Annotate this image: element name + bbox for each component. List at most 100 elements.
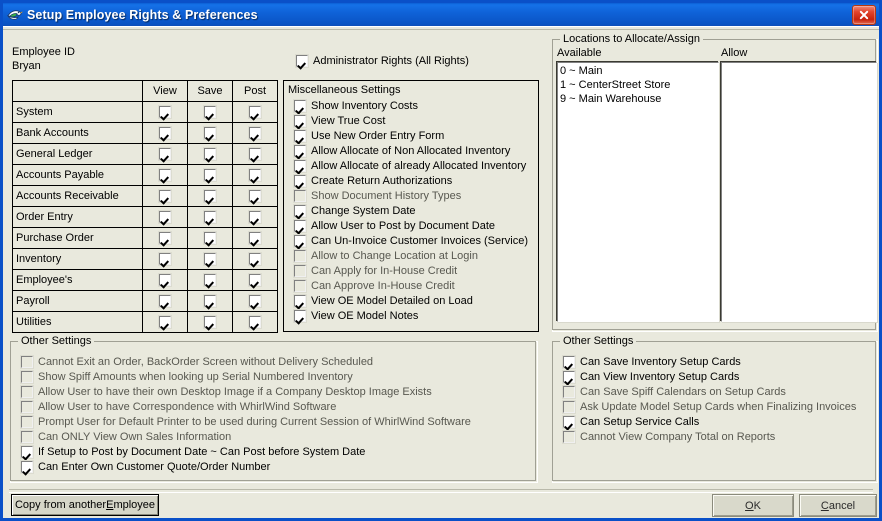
checkbox-icon[interactable] [204, 147, 216, 160]
checkbox-icon[interactable] [21, 461, 33, 473]
other-left-item-own-quote-order-number[interactable]: Can Enter Own Customer Quote/Order Numbe… [21, 461, 270, 474]
checkbox-icon[interactable] [21, 356, 33, 368]
checkbox-icon[interactable] [204, 315, 216, 328]
cell-post[interactable] [232, 311, 278, 333]
checkbox-icon[interactable] [294, 205, 306, 217]
cell-view[interactable] [142, 227, 188, 249]
checkbox-icon[interactable] [563, 356, 575, 368]
checkbox-icon[interactable] [204, 168, 216, 181]
checkbox-icon[interactable] [204, 126, 216, 139]
cell-save[interactable] [187, 206, 233, 228]
misc-item-view-oe-model-detailed-on-load[interactable]: View OE Model Detailed on Load [294, 295, 473, 308]
checkbox-icon[interactable] [159, 126, 171, 139]
checkbox-icon[interactable] [159, 189, 171, 202]
checkbox-icon[interactable] [249, 210, 261, 223]
close-icon[interactable] [852, 4, 876, 25]
checkbox-icon[interactable] [21, 386, 33, 398]
checkbox-icon[interactable] [159, 168, 171, 181]
copy-from-another-employee-button[interactable]: Copy from another Employee [11, 494, 159, 516]
cell-save[interactable] [187, 101, 233, 123]
checkbox-icon[interactable] [294, 310, 306, 322]
checkbox-icon[interactable] [249, 231, 261, 244]
misc-item-can-un-invoice-customer-invoices[interactable]: Can Un-Invoice Customer Invoices (Servic… [294, 235, 528, 248]
list-item[interactable]: 0 ~ Main [560, 64, 718, 78]
checkbox-icon[interactable] [204, 252, 216, 265]
misc-item-show-document-history-types[interactable]: Show Document History Types [294, 190, 461, 203]
other-left-item-show-spiff-amounts[interactable]: Show Spiff Amounts when looking up Seria… [21, 371, 353, 384]
cell-view[interactable] [142, 269, 188, 291]
misc-item-can-apply-in-house-credit[interactable]: Can Apply for In-House Credit [294, 265, 457, 278]
checkbox-icon[interactable] [294, 220, 306, 232]
checkbox-icon[interactable] [294, 145, 306, 157]
checkbox-icon[interactable] [294, 235, 306, 247]
checkbox-icon[interactable] [294, 280, 306, 292]
checkbox-icon[interactable] [159, 147, 171, 160]
cell-save[interactable] [187, 143, 233, 165]
checkbox-icon[interactable] [249, 273, 261, 286]
checkbox-icon[interactable] [21, 446, 33, 458]
checkbox-icon[interactable] [159, 252, 171, 265]
misc-item-allow-change-location-at-login[interactable]: Allow to Change Location at Login [294, 250, 478, 263]
available-locations-listbox[interactable]: 0 ~ Main 1 ~ CenterStreet Store 9 ~ Main… [557, 62, 719, 322]
cell-save[interactable] [187, 185, 233, 207]
checkbox-icon[interactable] [159, 105, 171, 118]
cell-post[interactable] [232, 248, 278, 270]
other-left-item-post-before-system-date[interactable]: If Setup to Post by Document Date ~ Can … [21, 446, 365, 459]
checkbox-icon[interactable] [294, 190, 306, 202]
misc-item-can-approve-in-house-credit[interactable]: Can Approve In-House Credit [294, 280, 455, 293]
checkbox-icon[interactable] [159, 315, 171, 328]
cell-save[interactable] [187, 227, 233, 249]
misc-item-create-return-authorizations[interactable]: Create Return Authorizations [294, 175, 452, 188]
administrator-rights-checkbox[interactable]: Administrator Rights (All Rights) [296, 55, 469, 68]
misc-item-allow-user-post-by-document-date[interactable]: Allow User to Post by Document Date [294, 220, 495, 233]
checkbox-icon[interactable] [204, 210, 216, 223]
misc-item-show-inventory-costs[interactable]: Show Inventory Costs [294, 100, 418, 113]
checkbox-icon[interactable] [249, 294, 261, 307]
cell-view[interactable] [142, 122, 188, 144]
checkbox-icon[interactable] [21, 401, 33, 413]
checkbox-icon[interactable] [294, 115, 306, 127]
list-item[interactable]: 9 ~ Main Warehouse [560, 92, 718, 106]
checkbox-icon[interactable] [21, 371, 33, 383]
misc-item-allow-allocate-non-allocated[interactable]: Allow Allocate of Non Allocated Inventor… [294, 145, 510, 158]
checkbox-icon[interactable] [294, 175, 306, 187]
other-right-item-cannot-view-company-total[interactable]: Cannot View Company Total on Reports [563, 431, 775, 444]
cell-view[interactable] [142, 290, 188, 312]
cell-save[interactable] [187, 290, 233, 312]
checkbox-icon[interactable] [204, 105, 216, 118]
cell-save[interactable] [187, 269, 233, 291]
checkbox-icon[interactable] [563, 371, 575, 383]
ok-button[interactable]: OK [712, 494, 794, 517]
checkbox-icon[interactable] [159, 210, 171, 223]
checkbox-icon[interactable] [563, 401, 575, 413]
checkbox-icon[interactable] [294, 295, 306, 307]
cancel-button[interactable]: Cancel [799, 494, 877, 517]
other-right-item-can-view-inventory-setup-cards[interactable]: Can View Inventory Setup Cards [563, 371, 739, 384]
other-left-item-only-view-own-sales[interactable]: Can ONLY View Own Sales Information [21, 431, 231, 444]
cell-view[interactable] [142, 248, 188, 270]
cell-post[interactable] [232, 290, 278, 312]
checkbox-icon[interactable] [204, 294, 216, 307]
cell-post[interactable] [232, 122, 278, 144]
checkbox-icon[interactable] [294, 160, 306, 172]
cell-post[interactable] [232, 185, 278, 207]
other-left-item-cannot-exit-order[interactable]: Cannot Exit an Order, BackOrder Screen w… [21, 356, 373, 369]
checkbox-icon[interactable] [294, 100, 306, 112]
checkbox-icon[interactable] [294, 265, 306, 277]
cell-save[interactable] [187, 164, 233, 186]
other-right-item-ask-update-model-setup-cards[interactable]: Ask Update Model Setup Cards when Finali… [563, 401, 856, 414]
other-left-item-prompt-default-printer[interactable]: Prompt User for Default Printer to be us… [21, 416, 471, 429]
misc-item-view-true-cost[interactable]: View True Cost [294, 115, 385, 128]
checkbox-icon[interactable] [563, 386, 575, 398]
cell-view[interactable] [142, 206, 188, 228]
checkbox-icon[interactable] [204, 189, 216, 202]
checkbox-icon[interactable] [249, 189, 261, 202]
cell-post[interactable] [232, 101, 278, 123]
cell-post[interactable] [232, 227, 278, 249]
checkbox-icon[interactable] [294, 130, 306, 142]
checkbox-icon[interactable] [21, 416, 33, 428]
allow-locations-listbox[interactable] [721, 62, 877, 322]
other-right-item-can-save-spiff-calendars[interactable]: Can Save Spiff Calendars on Setup Cards [563, 386, 786, 399]
checkbox-icon[interactable] [159, 294, 171, 307]
checkbox-icon[interactable] [204, 273, 216, 286]
